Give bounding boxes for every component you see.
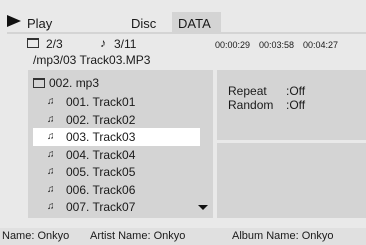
list-item-track-01[interactable]: ♫ 001. Track01 bbox=[33, 93, 200, 111]
folder-icon bbox=[33, 78, 45, 88]
list-item-track-05[interactable]: ♫ 005. Track05 bbox=[33, 163, 200, 181]
audio-file-icon: ♫ bbox=[47, 131, 55, 142]
audio-file-icon: ♫ bbox=[47, 184, 55, 195]
list-item-track-06[interactable]: ♫ 006. Track06 bbox=[33, 181, 200, 199]
audio-file-icon: ♫ bbox=[47, 166, 55, 177]
elapsed-time: 00:00:29 bbox=[215, 40, 251, 50]
repeat-label: Repeat bbox=[228, 84, 267, 98]
audio-file-icon: ♫ bbox=[47, 201, 55, 212]
header-divider bbox=[7, 32, 366, 34]
tab-disc[interactable]: Disc bbox=[129, 16, 158, 31]
info-panel bbox=[217, 143, 366, 218]
track-label: 001. Track01 bbox=[66, 95, 136, 109]
total-time: 00:03:58 bbox=[259, 40, 295, 50]
music-note-icon: ♪ bbox=[100, 36, 106, 50]
list-item-track-02[interactable]: ♫ 002. Track02 bbox=[33, 111, 200, 129]
track-label: 002. Track02 bbox=[66, 113, 136, 127]
player-screen: Play Disc DATA 2/3 ♪ 3/11 00:00:29 00:03… bbox=[0, 0, 366, 245]
play-status-label: Play bbox=[27, 16, 53, 31]
track-label: 004. Track04 bbox=[66, 148, 136, 162]
file-path: /mp3/03 Track03.MP3 bbox=[33, 53, 151, 67]
folder-position: 2/3 bbox=[46, 37, 63, 51]
remaining-time: 00:04:27 bbox=[303, 40, 339, 50]
play-icon bbox=[7, 15, 21, 27]
audio-file-icon: ♫ bbox=[47, 96, 55, 107]
track-label: 006. Track06 bbox=[66, 183, 136, 197]
track-position: 3/11 bbox=[114, 37, 137, 51]
tag-artist-name: Artist Name: Onkyo bbox=[90, 230, 186, 242]
list-item-track-07[interactable]: ♫ 007. Track07 bbox=[33, 198, 200, 216]
repeat-value: :Off bbox=[286, 84, 306, 98]
folder-name: 002. mp3 bbox=[49, 76, 100, 90]
track-label: 007. Track07 bbox=[66, 200, 136, 214]
track-label: 003. Track03 bbox=[66, 130, 136, 144]
footer-tag-bar: Name: Onkyo Artist Name: Onkyo Album Nam… bbox=[0, 228, 366, 245]
tag-name: Name: Onkyo bbox=[2, 230, 70, 242]
list-item-track-04[interactable]: ♫ 004. Track04 bbox=[33, 146, 200, 164]
track-label: 005. Track05 bbox=[66, 165, 136, 179]
audio-file-icon: ♫ bbox=[47, 114, 55, 125]
audio-file-icon: ♫ bbox=[47, 149, 55, 160]
random-value: :Off bbox=[286, 98, 306, 112]
tab-data[interactable]: DATA bbox=[172, 12, 221, 34]
tag-album-name: Album Name: Onkyo bbox=[232, 230, 334, 242]
random-label: Random bbox=[228, 98, 274, 112]
scroll-down-icon[interactable] bbox=[198, 205, 208, 210]
list-item-track-03[interactable]: ♫ 003. Track03 bbox=[33, 128, 200, 146]
folder-icon bbox=[27, 38, 39, 48]
